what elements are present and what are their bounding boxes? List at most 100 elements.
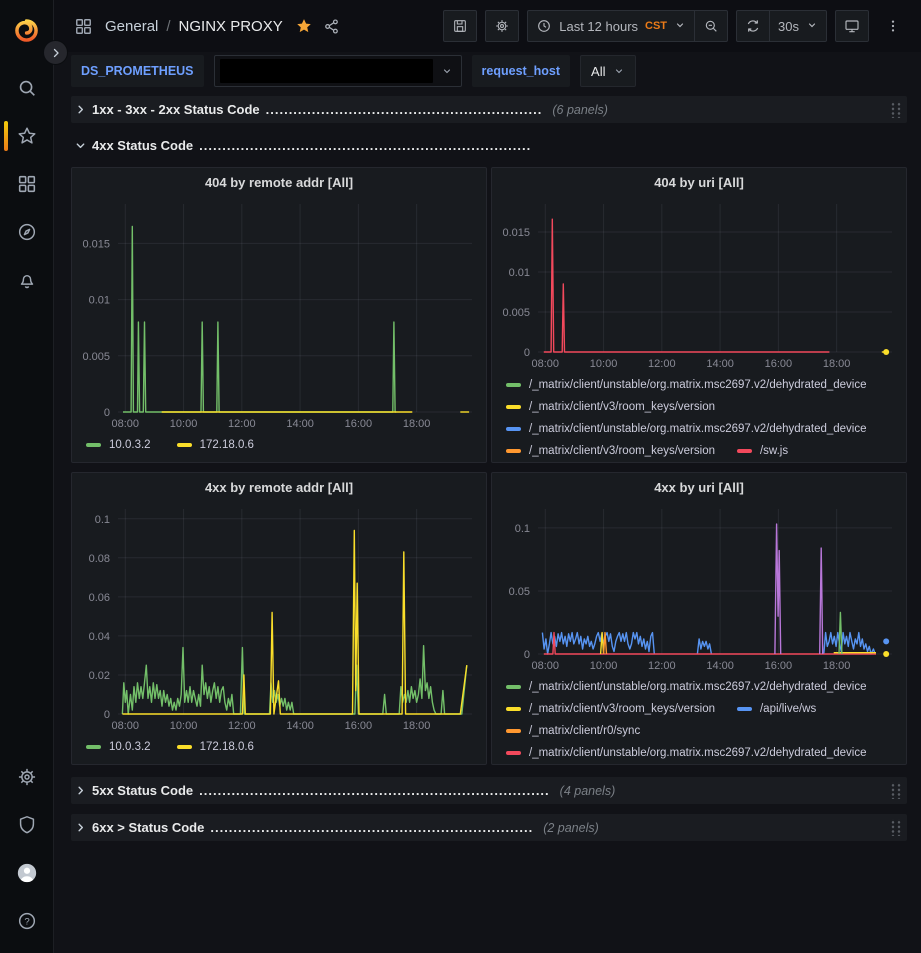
row-title-dots: ........................................… (199, 138, 531, 153)
legend-item[interactable]: /api/live/ws (737, 698, 816, 720)
svg-text:0.015: 0.015 (502, 227, 530, 239)
svg-text:0.08: 0.08 (89, 553, 110, 565)
legend-swatch (737, 707, 752, 711)
variable-label-ds-prometheus: DS_PROMETHEUS (71, 55, 204, 87)
request-host-select[interactable]: All (580, 55, 636, 87)
svg-text:18:00: 18:00 (403, 720, 431, 732)
legend-item[interactable]: 10.0.3.2 (86, 434, 151, 456)
time-series-chart[interactable]: 00.0050.010.01508:0010:0012:0014:0016:00… (492, 196, 906, 372)
sidebar-item-explore[interactable] (0, 208, 54, 256)
row-drag-handle[interactable] (889, 101, 901, 118)
main-area: General / NGINX PROXY (54, 0, 921, 953)
svg-text:08:00: 08:00 (112, 418, 140, 430)
zoom-out-button[interactable] (694, 10, 728, 42)
breadcrumb-section[interactable]: General (105, 18, 158, 35)
svg-text:0.04: 0.04 (89, 631, 110, 643)
time-controls: Last 12 hours CST (527, 10, 728, 42)
ds-prometheus-select[interactable] (214, 55, 462, 87)
row-panel-count: (4 panels) (560, 784, 616, 798)
breadcrumb-title[interactable]: NGINX PROXY (179, 18, 283, 35)
legend-item[interactable]: /_matrix/client/r0/sync (506, 720, 640, 742)
svg-text:08:00: 08:00 (532, 358, 560, 370)
expand-sidebar-button[interactable] (43, 40, 68, 65)
svg-text:10:00: 10:00 (170, 418, 198, 430)
panel-title[interactable]: 404 by uri [All] (492, 168, 906, 196)
legend-item[interactable]: /_matrix/client/unstable/org.matrix.msc2… (506, 676, 867, 698)
legend-item[interactable]: 172.18.0.6 (177, 434, 254, 456)
grafana-app: ? General / NGINX PROXY (0, 0, 921, 953)
dashboard-settings-button[interactable] (485, 10, 519, 42)
kebab-menu-icon[interactable] (877, 10, 909, 42)
row-6xx[interactable]: 6xx > Status Code ......................… (71, 814, 907, 841)
svg-text:0.1: 0.1 (515, 523, 530, 535)
chevron-down-icon (441, 65, 453, 77)
sidebar-item-favorites[interactable] (0, 112, 54, 160)
sidebar-item-alerting[interactable] (0, 256, 54, 304)
row-1xx-3xx-2xx[interactable]: 1xx - 3xx - 2xx Status Code ............… (71, 96, 907, 123)
row-title: 5xx Status Code (92, 783, 193, 798)
row-title: 1xx - 3xx - 2xx Status Code (92, 102, 260, 117)
chevron-right-icon (75, 822, 86, 833)
svg-text:0.02: 0.02 (89, 670, 110, 682)
svg-text:0.01: 0.01 (89, 295, 110, 307)
favorite-star-icon[interactable] (295, 17, 313, 35)
save-dashboard-button[interactable] (443, 10, 477, 42)
legend-swatch (86, 745, 101, 749)
svg-text:0: 0 (104, 709, 110, 721)
panel-title[interactable]: 404 by remote addr [All] (72, 168, 486, 196)
avatar[interactable] (0, 849, 54, 897)
row-panel-count: (2 panels) (543, 821, 599, 835)
legend-item[interactable]: /_matrix/client/unstable/org.matrix.msc2… (506, 418, 867, 440)
legend-item[interactable]: /sw.js (737, 440, 788, 462)
help-icon[interactable]: ? (0, 897, 54, 945)
time-series-chart[interactable]: 00.050.108:0010:0012:0014:0016:0018:00 (492, 501, 906, 674)
legend-swatch (177, 745, 192, 749)
panel-legend: 10.0.3.2 172.18.0.6 (72, 734, 486, 764)
panel-title[interactable]: 4xx by remote addr [All] (72, 473, 486, 501)
shield-icon[interactable] (0, 801, 54, 849)
svg-text:12:00: 12:00 (228, 720, 256, 732)
legend-swatch (506, 449, 521, 453)
tv-mode-button[interactable] (835, 10, 869, 42)
refresh-interval-picker[interactable]: 30s (769, 10, 827, 42)
svg-text:16:00: 16:00 (765, 358, 793, 370)
sidebar-item-dashboards[interactable] (0, 160, 54, 208)
gear-icon[interactable] (0, 753, 54, 801)
panel-title[interactable]: 4xx by uri [All] (492, 473, 906, 501)
row-5xx[interactable]: 5xx Status Code ........................… (71, 777, 907, 804)
row-4xx[interactable]: 4xx Status Code ........................… (71, 132, 907, 159)
time-range-picker[interactable]: Last 12 hours CST (527, 10, 694, 42)
legend-item[interactable]: /_matrix/client/unstable/org.matrix.msc2… (506, 374, 867, 396)
row-title-dots: ........................................… (199, 783, 550, 798)
refresh-button[interactable] (736, 10, 769, 42)
breadcrumb: General / NGINX PROXY (105, 18, 283, 35)
row-drag-handle[interactable] (889, 819, 901, 836)
legend-item[interactable]: /_matrix/client/v3/room_keys/version (506, 698, 715, 720)
legend-item[interactable]: 10.0.3.2 (86, 736, 151, 758)
time-series-chart[interactable]: 00.0050.010.01508:0010:0012:0014:0016:00… (72, 196, 486, 432)
share-icon[interactable] (323, 18, 340, 35)
panels-row-bottom: 4xx by remote addr [All] 00.020.040.060.… (71, 472, 907, 765)
legend-item[interactable]: /_matrix/client/v3/room_keys/version (506, 440, 715, 462)
navbar-actions: Last 12 hours CST 30s (443, 10, 909, 42)
legend-item[interactable]: /_matrix/client/v3/room_keys/version (506, 396, 715, 418)
row-drag-handle[interactable] (889, 782, 901, 799)
legend-item[interactable]: /_matrix/client/unstable/org.matrix.msc2… (506, 742, 867, 764)
search-icon[interactable] (0, 64, 54, 112)
time-series-chart[interactable]: 00.020.040.060.080.108:0010:0012:0014:00… (72, 501, 486, 734)
legend-swatch (506, 707, 521, 711)
refresh-controls: 30s (736, 10, 827, 42)
legend-swatch (86, 443, 101, 447)
svg-text:12:00: 12:00 (648, 660, 676, 672)
dashboard-canvas: 1xx - 3xx - 2xx Status Code ............… (54, 90, 921, 953)
svg-text:16:00: 16:00 (765, 660, 793, 672)
chevron-down-icon (806, 19, 818, 34)
chevron-down-icon (613, 65, 625, 77)
legend-item[interactable]: 172.18.0.6 (177, 736, 254, 758)
svg-text:10:00: 10:00 (590, 660, 618, 672)
svg-text:18:00: 18:00 (823, 358, 851, 370)
panel-4xx-by-uri: 4xx by uri [All] 00.050.108:0010:0012:00… (491, 472, 907, 765)
legend-swatch (506, 383, 521, 387)
dashboard-grid-icon[interactable] (74, 17, 93, 36)
svg-text:14:00: 14:00 (286, 418, 314, 430)
